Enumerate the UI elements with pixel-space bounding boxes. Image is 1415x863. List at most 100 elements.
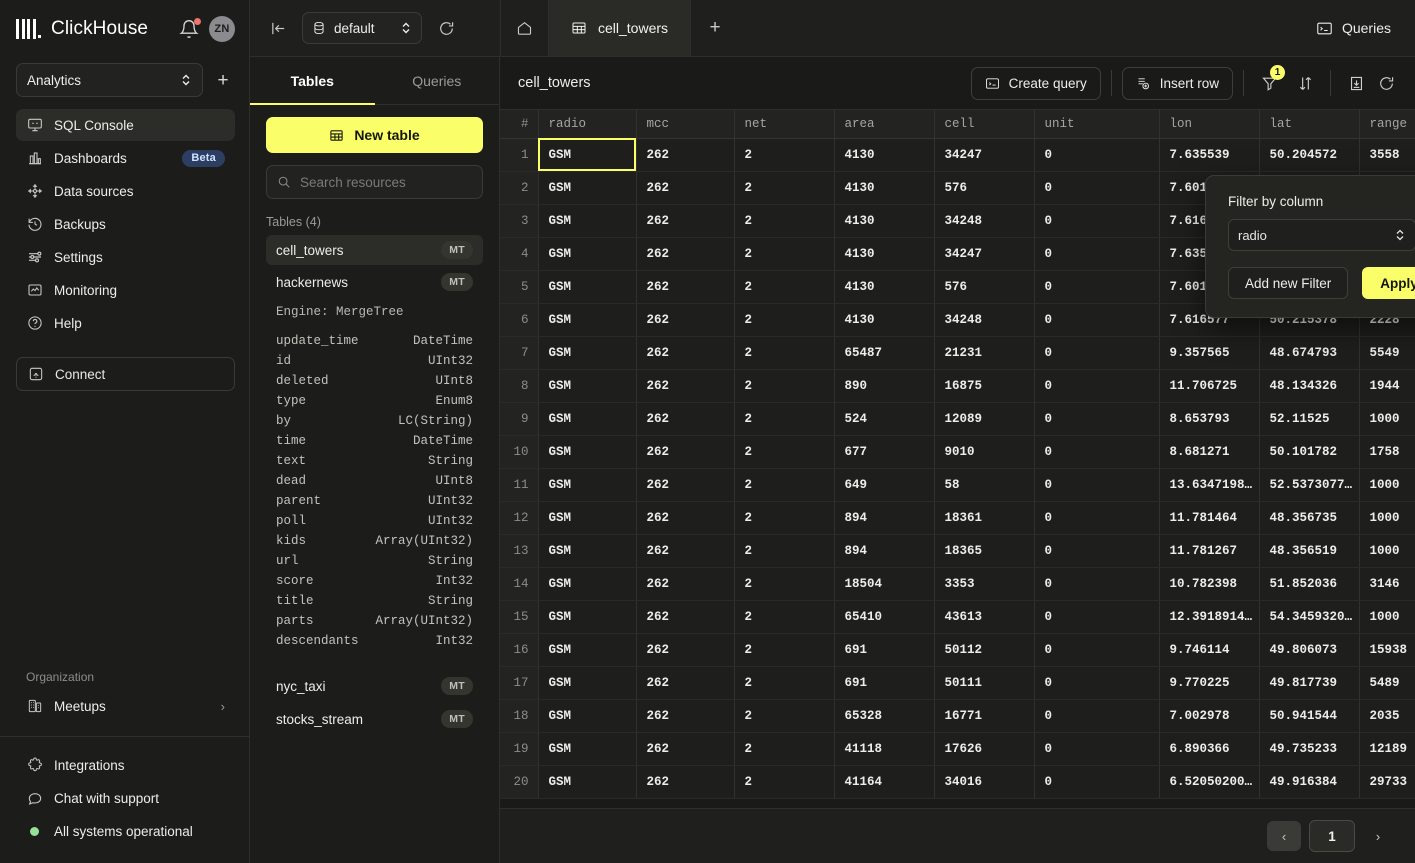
table-cell[interactable]: 0 — [1034, 567, 1159, 600]
table-cell[interactable]: 2 — [734, 336, 834, 369]
table-cell[interactable]: 7.002978 — [1159, 699, 1259, 732]
table-cell[interactable]: 65410 — [834, 600, 934, 633]
column-header-lat[interactable]: lat — [1259, 110, 1359, 138]
table-cell[interactable]: GSM — [538, 633, 636, 666]
table-cell[interactable]: 1000 — [1359, 600, 1415, 633]
table-cell[interactable]: 262 — [636, 765, 734, 798]
table-cell[interactable]: 11.781464 — [1159, 501, 1259, 534]
sidebar-item-chat-support[interactable]: Chat with support — [16, 782, 235, 814]
table-cell[interactable]: 0 — [1034, 501, 1159, 534]
table-cell[interactable]: 2 — [734, 765, 834, 798]
table-cell[interactable]: 5489 — [1359, 666, 1415, 699]
table-cell[interactable]: 11.706725 — [1159, 369, 1259, 402]
table-cell[interactable]: 1000 — [1359, 402, 1415, 435]
table-cell[interactable]: 9.746114 — [1159, 633, 1259, 666]
table-cell[interactable]: 50112 — [934, 633, 1034, 666]
table-cell[interactable]: 12189 — [1359, 732, 1415, 765]
current-page-number[interactable]: 1 — [1309, 820, 1355, 852]
table-cell[interactable]: 50.941544 — [1259, 699, 1359, 732]
search-input[interactable] — [300, 175, 477, 190]
sidebar-item-help[interactable]: Help — [16, 307, 235, 339]
table-cell[interactable]: 0 — [1034, 633, 1159, 666]
table-cell[interactable]: 58 — [934, 468, 1034, 501]
add-new-filter-button[interactable]: Add new Filter — [1228, 267, 1348, 299]
table-cell[interactable]: 1000 — [1359, 468, 1415, 501]
table-cell[interactable]: 1000 — [1359, 534, 1415, 567]
table-cell[interactable]: 13.6347198… — [1159, 468, 1259, 501]
table-cell[interactable]: 5549 — [1359, 336, 1415, 369]
table-cell[interactable]: 18504 — [834, 567, 934, 600]
sidebar-item-monitoring[interactable]: Monitoring — [16, 274, 235, 306]
table-cell[interactable]: 4130 — [834, 171, 934, 204]
table-cell[interactable]: 34247 — [934, 237, 1034, 270]
table-cell[interactable]: 50.101782 — [1259, 435, 1359, 468]
table-cell[interactable]: 2 — [734, 237, 834, 270]
table-cell[interactable]: 8.681271 — [1159, 435, 1259, 468]
table-cell[interactable]: 17626 — [934, 732, 1034, 765]
table-cell[interactable]: 890 — [834, 369, 934, 402]
table-cell[interactable]: GSM — [538, 171, 636, 204]
table-cell[interactable]: 2 — [734, 468, 834, 501]
table-cell[interactable]: 0 — [1034, 699, 1159, 732]
table-cell[interactable]: 0 — [1034, 600, 1159, 633]
sidebar-item-integrations[interactable]: Integrations — [16, 749, 235, 781]
home-tab[interactable] — [501, 0, 549, 56]
table-cell[interactable]: 41164 — [834, 765, 934, 798]
table-cell[interactable]: 262 — [636, 171, 734, 204]
table-cell[interactable]: GSM — [538, 600, 636, 633]
table-cell[interactable]: 50.204572 — [1259, 138, 1359, 171]
table-cell[interactable]: 6.52050200… — [1159, 765, 1259, 798]
table-cell[interactable]: 18361 — [934, 501, 1034, 534]
table-cell[interactable]: 11.781267 — [1159, 534, 1259, 567]
table-cell[interactable]: 16875 — [934, 369, 1034, 402]
column-header-radio[interactable]: radio — [538, 110, 636, 138]
table-row[interactable]: 8GSM262289016875011.70672548.1343261944 — [500, 369, 1415, 402]
table-cell[interactable]: 2 — [734, 138, 834, 171]
table-cell[interactable]: 0 — [1034, 336, 1159, 369]
table-cell[interactable]: GSM — [538, 303, 636, 336]
connect-button[interactable]: Connect — [16, 357, 235, 391]
next-page-button[interactable]: › — [1363, 821, 1393, 851]
table-cell[interactable]: 1758 — [1359, 435, 1415, 468]
table-cell[interactable]: 576 — [934, 171, 1034, 204]
column-header-unit[interactable]: unit — [1034, 110, 1159, 138]
table-cell[interactable]: 0 — [1034, 468, 1159, 501]
table-cell[interactable]: 691 — [834, 666, 934, 699]
table-cell[interactable]: 2 — [734, 534, 834, 567]
table-cell[interactable]: 1000 — [1359, 501, 1415, 534]
table-cell[interactable]: 2 — [734, 303, 834, 336]
table-cell[interactable]: 0 — [1034, 204, 1159, 237]
table-cell[interactable]: 0 — [1034, 666, 1159, 699]
table-cell[interactable]: GSM — [538, 732, 636, 765]
tab-queries[interactable]: Queries — [375, 57, 500, 104]
table-cell[interactable]: 18365 — [934, 534, 1034, 567]
table-cell[interactable]: 262 — [636, 600, 734, 633]
table-cell[interactable]: 4130 — [834, 138, 934, 171]
table-cell[interactable]: GSM — [538, 138, 636, 171]
table-cell[interactable]: 52.5373077… — [1259, 468, 1359, 501]
table-row[interactable]: 7GSM2622654872123109.35756548.6747935549 — [500, 336, 1415, 369]
table-cell[interactable]: 1944 — [1359, 369, 1415, 402]
table-cell[interactable]: 48.356519 — [1259, 534, 1359, 567]
column-header-lon[interactable]: lon — [1159, 110, 1259, 138]
list-item-hackernews[interactable]: hackernews MT — [266, 267, 483, 297]
table-cell[interactable]: 0 — [1034, 138, 1159, 171]
table-row[interactable]: 20GSM2622411643401606.52050200…49.916384… — [500, 765, 1415, 798]
table-cell[interactable]: 262 — [636, 468, 734, 501]
table-cell[interactable]: 50111 — [934, 666, 1034, 699]
table-cell[interactable]: 2 — [734, 171, 834, 204]
table-cell[interactable]: GSM — [538, 765, 636, 798]
sort-icon[interactable] — [1290, 68, 1320, 98]
table-cell[interactable]: GSM — [538, 468, 636, 501]
table-cell[interactable]: 2 — [734, 501, 834, 534]
table-row[interactable]: 18GSM2622653281677107.00297850.941544203… — [500, 699, 1415, 732]
table-cell[interactable]: 0 — [1034, 732, 1159, 765]
table-row[interactable]: 11GSM262264958013.6347198…52.5373077…100… — [500, 468, 1415, 501]
table-cell[interactable]: 4130 — [834, 270, 934, 303]
table-cell[interactable]: 2035 — [1359, 699, 1415, 732]
new-table-button[interactable]: New table — [266, 117, 483, 153]
sidebar-item-settings[interactable]: Settings — [16, 241, 235, 273]
table-cell[interactable]: 2 — [734, 633, 834, 666]
table-cell[interactable]: 3146 — [1359, 567, 1415, 600]
sidebar-item-system-status[interactable]: All systems operational — [16, 815, 235, 847]
